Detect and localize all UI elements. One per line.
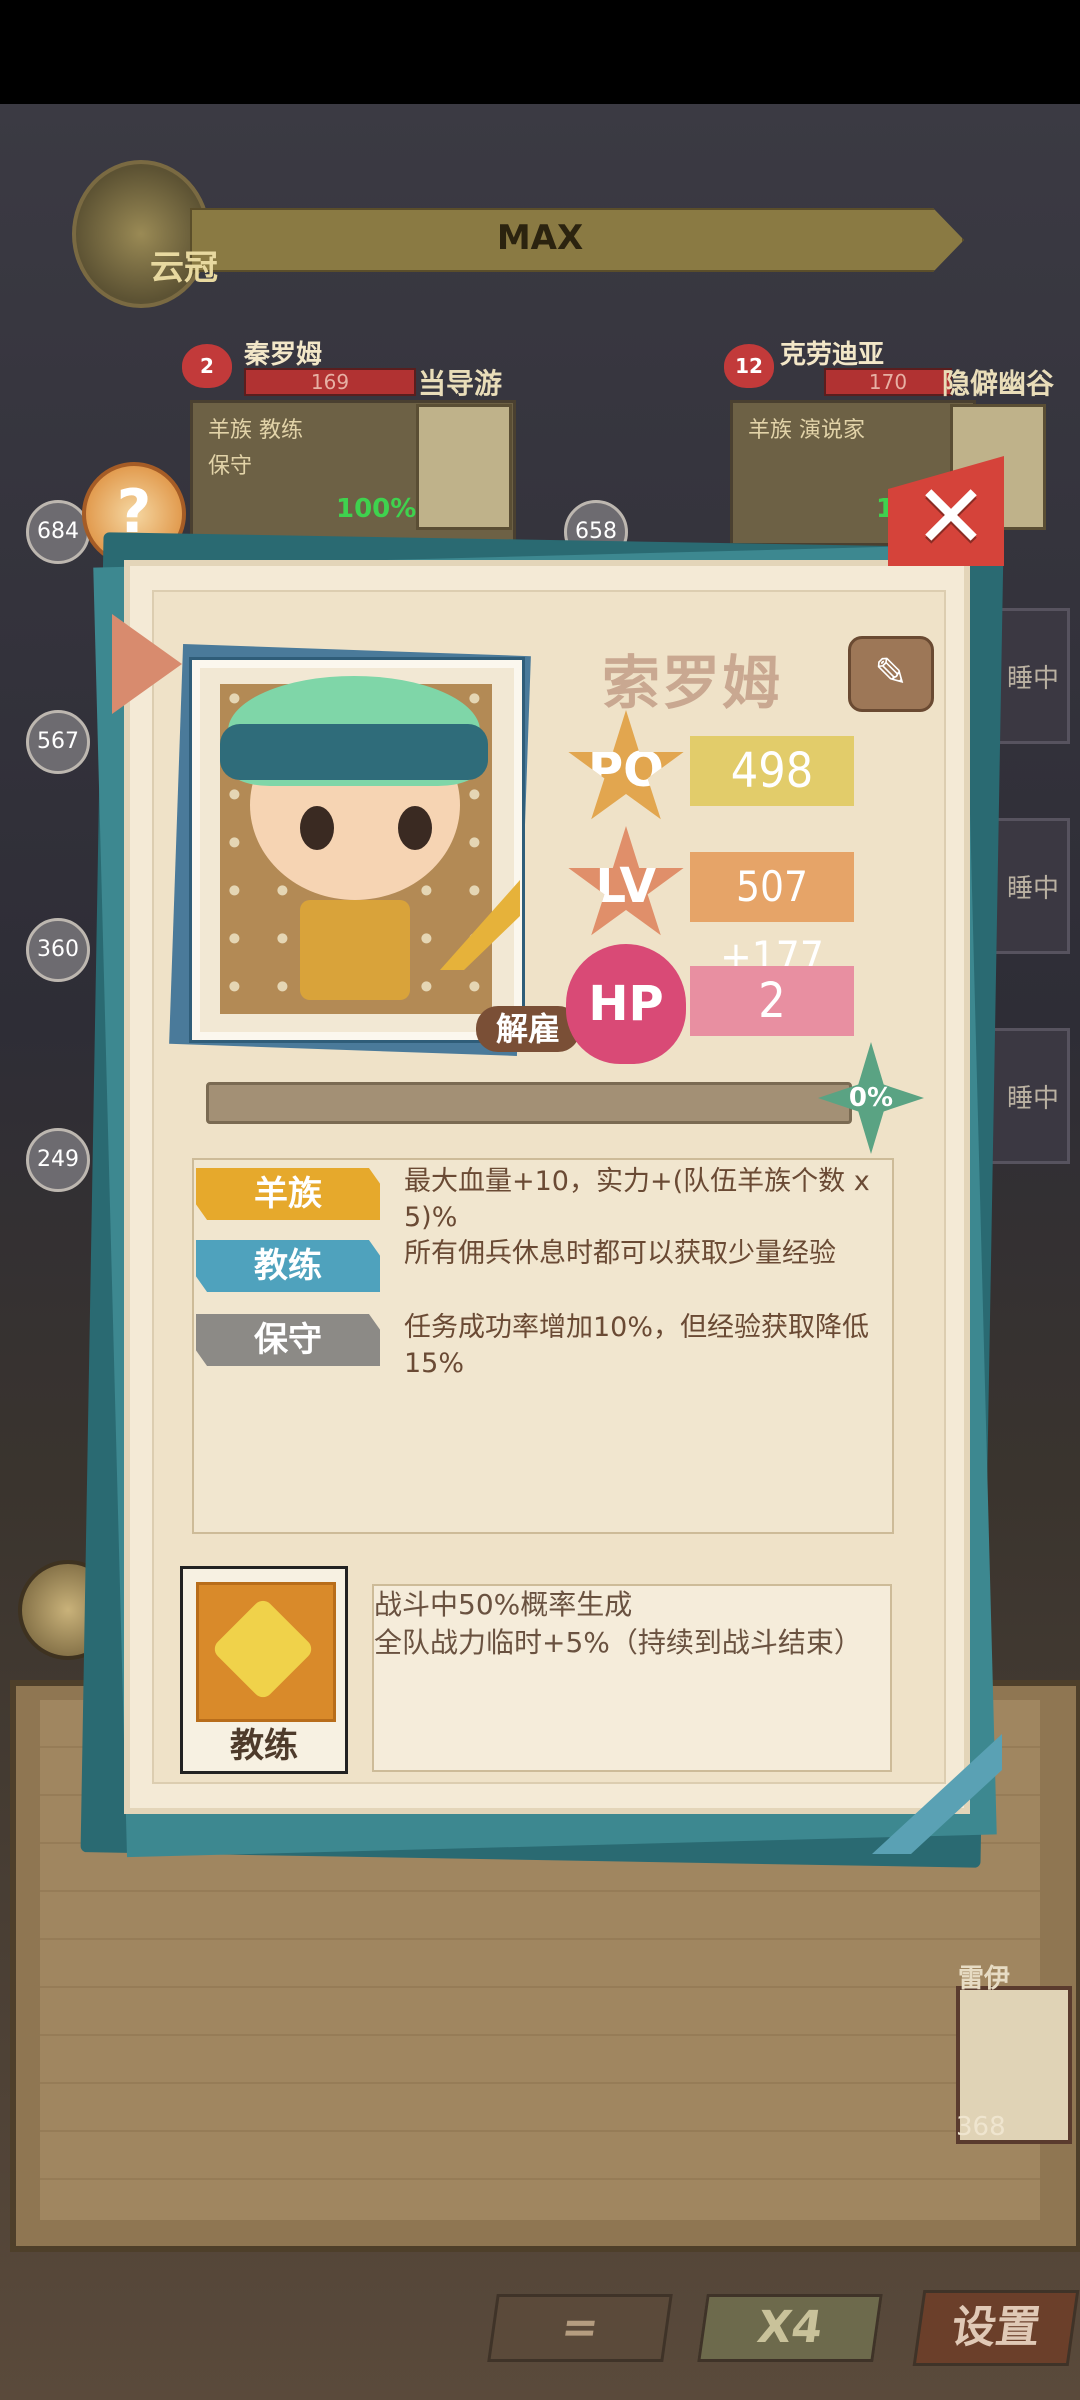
- hp-bar: 169: [244, 368, 416, 396]
- equals-button[interactable]: =: [487, 2294, 673, 2362]
- mercenary-tags: 羊族 教练: [208, 418, 303, 443]
- po-value-bar: 498: [690, 736, 854, 806]
- level-bar-text: MAX: [496, 218, 584, 258]
- character-eye: [398, 806, 432, 850]
- character-headband: [220, 724, 488, 780]
- mercenary-tags: 羊族 演说家: [748, 418, 865, 443]
- trait-description: 任务成功率增加10%，但经验获取降低15%: [404, 1312, 870, 1379]
- heart-icon: 12: [724, 344, 774, 388]
- experience-progress-track: [206, 1082, 852, 1124]
- mercenary-name-title: 索罗姆: [602, 649, 783, 717]
- trait-tag: 教练: [196, 1240, 380, 1292]
- hp-heart-icon: HP: [566, 944, 686, 1064]
- close-icon[interactable]: ✕: [904, 470, 998, 564]
- character-eye: [300, 806, 334, 850]
- character-body: [300, 900, 410, 1000]
- mercenary-percent: 100%: [336, 494, 417, 524]
- skill-description-line: 战斗中50%概率生成: [374, 1588, 633, 1621]
- mercenary-location: 当导游: [418, 367, 503, 400]
- pencil-icon: ✎: [874, 650, 908, 696]
- dismiss-button[interactable]: 解雇: [476, 1006, 580, 1052]
- speed-button[interactable]: X4: [697, 2294, 883, 2362]
- power-badge: 360: [26, 918, 90, 982]
- edit-name-button[interactable]: ✎: [848, 636, 934, 712]
- power-value: 368: [956, 2112, 1006, 2142]
- trait-tag: 羊族: [196, 1168, 380, 1220]
- hp-value-bar: 2: [690, 966, 854, 1036]
- status-bar: [0, 0, 1080, 104]
- location-icon: [416, 404, 512, 530]
- mercenary-name: 秦罗姆: [244, 340, 323, 370]
- settings-button[interactable]: 设置: [912, 2290, 1080, 2366]
- power-badge: 684: [26, 500, 90, 564]
- mercenary-name: 雷伊: [958, 1964, 1011, 1994]
- rank-label: 云冠: [150, 248, 218, 288]
- skill-description-line: 全队战力临时+5%（持续到战斗结束）: [374, 1626, 862, 1659]
- skill-label: 教练: [230, 1726, 298, 1766]
- trait-description: 所有佣兵休息时都可以获取少量经验: [404, 1238, 836, 1269]
- lv-value-bar: 507 +177: [690, 852, 854, 981]
- trait-description: 最大血量+10，实力+(队伍羊族个数 x 5)%: [404, 1166, 870, 1233]
- mercenary-tags-2: 保守: [208, 454, 253, 479]
- hp-bar: 170: [824, 368, 952, 396]
- mercenary-name: 克劳迪亚: [780, 340, 885, 370]
- heart-icon: 2: [182, 344, 232, 388]
- mercenary-location: 隐僻幽谷: [942, 367, 1055, 400]
- power-badge: 249: [26, 1128, 90, 1192]
- trait-tag: 保守: [196, 1314, 380, 1366]
- power-badge: 567: [26, 710, 90, 774]
